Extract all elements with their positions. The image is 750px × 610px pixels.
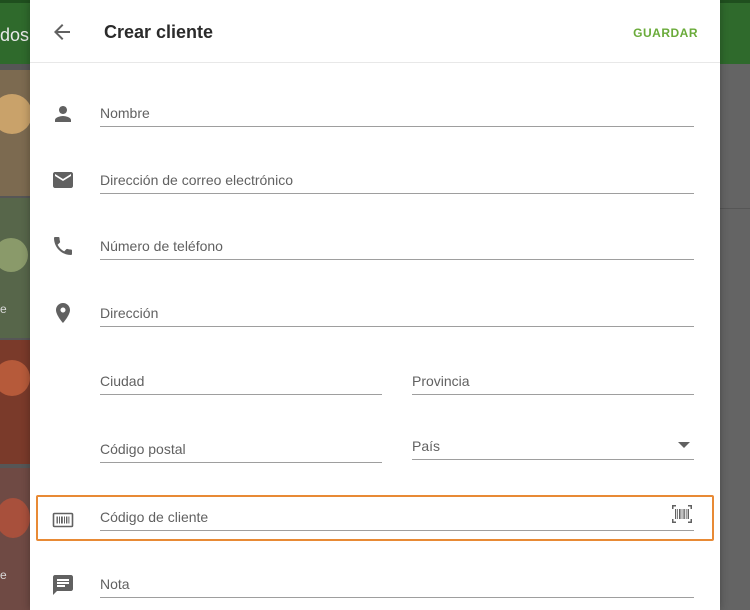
note-field[interactable]: Nota	[100, 566, 694, 598]
address-field-label: Dirección	[100, 305, 159, 321]
province-field-label: Provincia	[412, 373, 470, 389]
person-icon	[51, 102, 75, 126]
email-icon	[51, 168, 75, 192]
scan-barcode-button[interactable]	[670, 502, 694, 526]
postal-code-field-label: Código postal	[100, 441, 186, 457]
customer-code-field[interactable]: Código de cliente	[100, 499, 694, 531]
background-tile-label: e	[0, 568, 7, 582]
arrow-back-icon	[54, 24, 70, 40]
city-field-label: Ciudad	[100, 373, 145, 389]
address-field[interactable]: Dirección	[100, 295, 694, 327]
background-divider	[720, 208, 750, 209]
save-button[interactable]: GUARDAR	[633, 26, 698, 40]
dialog-header: Crear cliente GUARDAR	[30, 0, 720, 63]
postal-code-field[interactable]: Código postal	[100, 431, 382, 463]
barcode-scan-icon	[672, 505, 692, 523]
note-icon	[51, 573, 75, 597]
background-item-list: e e	[0, 64, 30, 610]
phone-icon	[51, 234, 75, 258]
create-customer-dialog: Crear cliente GUARDAR Nombre Dirección d…	[30, 0, 720, 610]
email-field[interactable]: Dirección de correo electrónico	[100, 162, 694, 194]
background-food-tile	[0, 340, 30, 464]
province-field[interactable]: Provincia	[412, 363, 694, 395]
dialog-title: Crear cliente	[104, 22, 214, 42]
name-field-label: Nombre	[100, 105, 150, 121]
background-food-tile	[0, 70, 30, 196]
background-right-panel	[720, 64, 750, 610]
background-food-tile: e	[0, 468, 30, 610]
name-field[interactable]: Nombre	[100, 95, 694, 127]
country-select[interactable]: País	[412, 428, 694, 460]
city-field[interactable]: Ciudad	[100, 363, 382, 395]
background-topbar-text: dos	[0, 25, 30, 45]
background-food-tile: e	[0, 198, 30, 338]
background-tile-label: e	[0, 302, 7, 316]
barcode-icon	[51, 508, 75, 532]
dropdown-arrow-icon	[678, 442, 690, 448]
customer-code-field-label: Código de cliente	[100, 509, 209, 525]
country-select-label: País	[412, 438, 441, 454]
location-pin-icon	[51, 301, 75, 325]
email-field-label: Dirección de correo electrónico	[100, 172, 293, 188]
phone-field[interactable]: Número de teléfono	[100, 228, 694, 260]
back-button[interactable]	[50, 20, 76, 44]
note-field-label: Nota	[100, 576, 130, 592]
phone-field-label: Número de teléfono	[100, 238, 223, 254]
